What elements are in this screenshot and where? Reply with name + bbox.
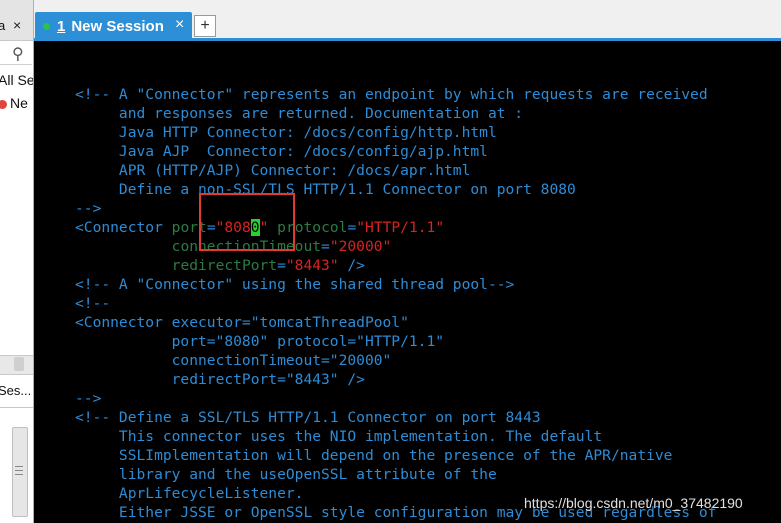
connection-status-icon — [43, 23, 50, 30]
terminal-text-segment: = — [321, 238, 330, 255]
terminal-line: library and the useOpenSSL attribute of … — [75, 465, 497, 484]
terminal-text-segment: --> — [75, 200, 102, 217]
terminal-line: <!-- A "Connector" using the shared thre… — [75, 275, 514, 294]
terminal-text-segment: --> — [75, 390, 102, 407]
terminal-text-segment: <Connector — [75, 219, 172, 236]
tab-new-session[interactable]: 1 New Session × — [35, 12, 192, 40]
terminal-line: APR (HTTP/AJP) Connector: /docs/apr.html — [75, 161, 470, 180]
scrollbar-grip-icon — [15, 474, 23, 475]
terminal-text-segment: Java AJP Connector: /docs/config/ajp.htm… — [75, 143, 488, 160]
add-tab-button[interactable]: + — [194, 15, 216, 37]
terminal-line: <!-- A "Connector" represents an endpoin… — [75, 85, 708, 104]
terminal-line: Define a non-SSL/TLS HTTP/1.1 Connector … — [75, 180, 576, 199]
panel-header: a × — [0, 0, 33, 41]
session-manager-panel: a × ⚲ All Se Ne Ses... — [0, 0, 34, 523]
terminal-line: <!-- — [75, 294, 110, 313]
terminal-line: <!-- Define a SSL/TLS HTTP/1.1 Connector… — [75, 408, 541, 427]
terminal-text-segment: <!-- A "Connector" using the shared thre… — [75, 276, 515, 293]
scrollbar-grip-icon — [15, 466, 23, 467]
sessions-label: Ses... — [0, 383, 32, 398]
terminal-line: <Connector executor="tomcatThreadPool" — [75, 313, 409, 332]
terminal-text-segment: This connector uses the NIO implementati… — [75, 428, 603, 445]
terminal-line: redirectPort="8443" /> — [75, 256, 365, 275]
session-tree-item-label: Ne — [10, 95, 28, 111]
session-status-icon — [0, 99, 7, 109]
watermark: https://blog.csdn.net/m0_37482190 — [524, 495, 743, 511]
terminal-line: This connector uses the NIO implementati… — [75, 427, 602, 446]
terminal-text-segment: Java HTTP Connector: /docs/config/http.h… — [75, 124, 497, 141]
search-icon[interactable]: ⚲ — [12, 44, 24, 64]
terminal-text-segment: AprLifecycleListener. — [75, 485, 304, 502]
annotation-highlight-box — [199, 193, 295, 251]
terminal-text-segment: redirectPort="8443" /> — [75, 371, 365, 388]
terminal-text-segment: and responses are returned. Documentatio… — [75, 105, 524, 122]
tab-title: New Session — [71, 18, 164, 35]
terminal-text-segment: <!-- — [75, 295, 111, 312]
terminal-text-segment: <!-- Define a SSL/TLS HTTP/1.1 Connector… — [75, 409, 541, 426]
tab-label: 1 New Session — [57, 18, 164, 35]
terminal-line: port="8080" protocol="HTTP/1.1" — [75, 332, 444, 351]
terminal-text-segment: "8443" — [285, 257, 339, 274]
panel-divider — [0, 407, 33, 408]
terminal-text-segment: <!-- A "Connector" represents an endpoin… — [75, 86, 708, 103]
session-tree-item-all[interactable]: All Se — [0, 72, 34, 88]
terminal-text-segment: redirectPort — [171, 257, 278, 274]
terminal-text-segment: "HTTP/1.1" — [356, 219, 445, 236]
scrollbar-thumb[interactable] — [14, 357, 24, 371]
terminal-line: AprLifecycleListener. — [75, 484, 304, 503]
terminal-text-segment: APR (HTTP/AJP) Connector: /docs/apr.html — [75, 162, 471, 179]
terminal-text-segment: Define a non-SSL/TLS HTTP/1.1 Connector … — [75, 181, 576, 198]
terminal-line: --> — [75, 389, 101, 408]
terminal-line: connectionTimeout="20000" — [75, 351, 392, 370]
terminal-text-segment: = — [277, 257, 286, 274]
terminal-text-segment: connectionTimeout="20000" — [75, 352, 392, 369]
session-tree-item-new[interactable]: Ne — [0, 95, 28, 111]
panel-close-icon[interactable]: × — [13, 17, 21, 33]
terminal-text-segment: library and the useOpenSSL attribute of … — [75, 466, 497, 483]
vertical-scrollbar[interactable] — [12, 427, 28, 517]
terminal-line: --> — [75, 199, 101, 218]
terminal-text-segment: "20000" — [329, 238, 392, 255]
panel-header-text: a — [0, 18, 5, 33]
terminal-view[interactable]: <!-- A "Connector" represents an endpoin… — [34, 41, 781, 523]
terminal-line: Java AJP Connector: /docs/config/ajp.htm… — [75, 142, 488, 161]
terminal-line: Java HTTP Connector: /docs/config/http.h… — [75, 123, 497, 142]
terminal-text-segment: <Connector executor="tomcatThreadPool" — [75, 314, 409, 331]
terminal-text-segment: = — [347, 219, 357, 236]
scrollbar-grip-icon — [15, 470, 23, 471]
session-tree-item-label: All Se — [0, 72, 34, 88]
tab-number: 1 — [57, 18, 66, 35]
terminal-text-segment: /> — [338, 257, 365, 274]
terminal-line: redirectPort="8443" /> — [75, 370, 365, 389]
terminal-line: SSLImplementation will depend on the pre… — [75, 446, 673, 465]
terminal-text-segment: port="8080" protocol="HTTP/1.1" — [75, 333, 445, 350]
tab-close-icon[interactable]: × — [175, 16, 184, 34]
terminal-line: and responses are returned. Documentatio… — [75, 104, 523, 123]
terminal-text-segment: SSLImplementation will depend on the pre… — [75, 447, 673, 464]
